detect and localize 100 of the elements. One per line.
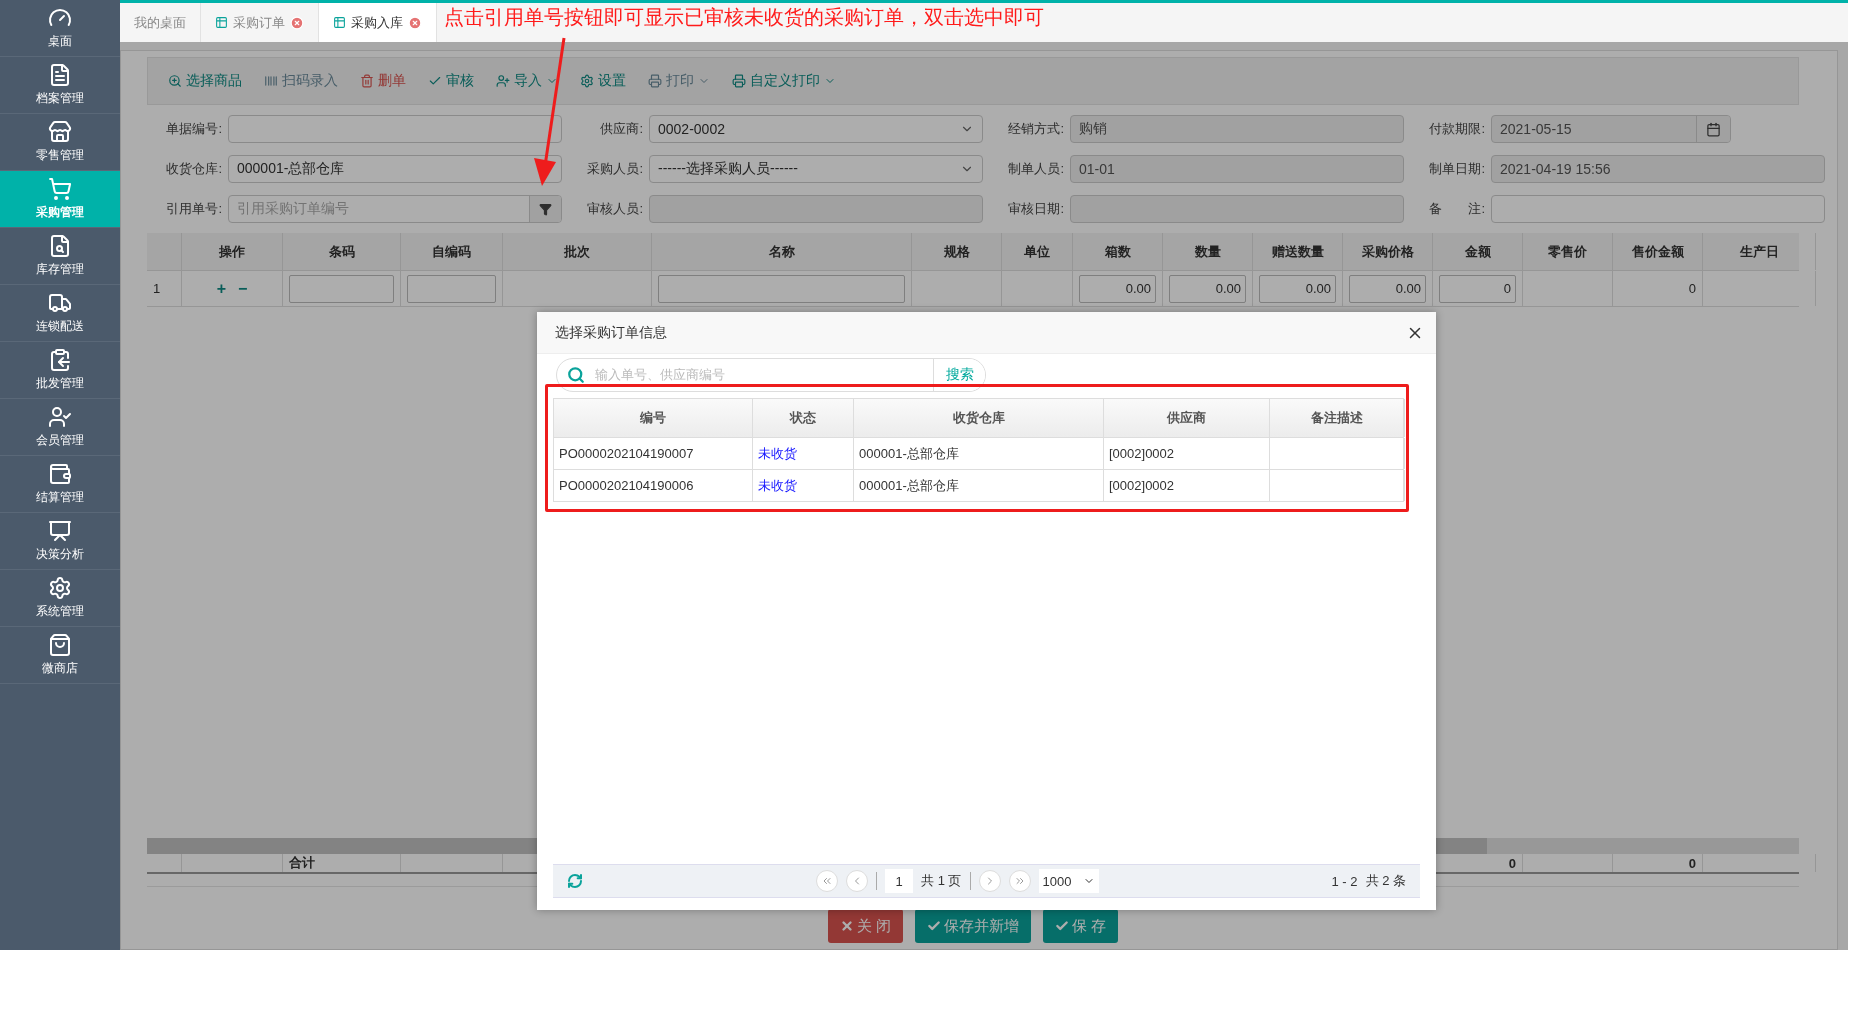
last-page-button[interactable]: [1008, 870, 1031, 892]
double-chevron-left-icon: [821, 875, 834, 887]
refresh-icon[interactable]: [567, 873, 583, 889]
field-value: ------选择采购人员------: [657, 160, 799, 178]
calendar-button[interactable]: [1696, 116, 1730, 142]
column-header: 箱数: [1104, 242, 1131, 261]
field-label: 经销方式:: [1007, 120, 1064, 138]
field-label: 采购人员:: [586, 160, 643, 178]
input-field[interactable]: 000001-总部仓库: [228, 155, 562, 183]
select-field[interactable]: ------选择采购人员------: [649, 155, 983, 183]
field-label: 收货仓库:: [165, 160, 222, 178]
input-field[interactable]: [289, 274, 394, 303]
filter-icon: [539, 202, 552, 216]
field-value: 2021-04-19 15:56: [1499, 161, 1612, 177]
column-header: 金额: [1464, 242, 1491, 261]
column-header: 操作: [219, 242, 245, 261]
table-icon: [333, 16, 346, 29]
input-field[interactable]: [228, 115, 562, 143]
summary-value: 0: [1688, 855, 1696, 871]
column-header: 编号: [640, 409, 666, 427]
first-page-button[interactable]: [816, 870, 839, 892]
column-header: 名称: [768, 242, 795, 261]
column-header: 生产日: [1739, 242, 1779, 261]
field-label: 单据编号:: [165, 120, 222, 138]
input-field[interactable]: 购销: [1070, 115, 1404, 143]
input-field[interactable]: 0.00: [1259, 274, 1336, 303]
table-cell: 0: [1688, 281, 1696, 296]
column-header: 规格: [943, 242, 970, 261]
user-check-icon: [48, 405, 72, 429]
printer-icon: [732, 74, 746, 88]
field-value: 01-01: [1078, 161, 1116, 177]
column-header: 单位: [1024, 242, 1050, 261]
column-header: 收货仓库: [952, 409, 1005, 427]
tab[interactable]: 采购入库: [319, 3, 437, 42]
dialog-title: 选择采购订单信息: [555, 323, 667, 342]
barcode-icon: [264, 74, 278, 88]
table-icon: [215, 16, 228, 29]
input-field[interactable]: [658, 274, 905, 303]
search-icon: [567, 366, 585, 384]
previous-page-button[interactable]: [846, 870, 869, 892]
select-field[interactable]: 0002-0002: [649, 115, 983, 143]
wallet-icon: [48, 462, 72, 486]
settings-icon: [580, 74, 594, 88]
column-header: 批次: [564, 242, 590, 261]
check-icon: [1055, 919, 1069, 933]
field-label: 审核人员:: [586, 200, 643, 218]
input-field[interactable]: 01-01: [1070, 155, 1404, 183]
field-value: 购销: [1078, 120, 1108, 138]
printer-icon: [648, 74, 662, 88]
input-field[interactable]: [1070, 195, 1404, 223]
close-icon: [839, 919, 854, 933]
field-label: 供应商:: [599, 120, 643, 138]
document-search-icon: [48, 234, 72, 258]
store-icon: [48, 120, 72, 144]
column-header: 状态: [790, 409, 816, 427]
column-header: 备注描述: [1311, 409, 1363, 427]
field-label: 备 注:: [1428, 200, 1485, 218]
page-input[interactable]: 1: [885, 869, 914, 893]
input-field[interactable]: [649, 195, 983, 223]
table-row[interactable]: PO0000202104190006 未收货 000001-总部仓库 [0002]0002: [553, 470, 1404, 502]
row-number: 1: [153, 281, 161, 296]
chart-easel-icon: [48, 519, 72, 543]
input-field[interactable]: 2021-05-15: [1491, 115, 1731, 143]
summary-value: 0: [1508, 855, 1516, 871]
document-icon: [48, 63, 72, 87]
field-label: 引用单号:: [165, 200, 222, 218]
input-field[interactable]: [1491, 195, 1825, 223]
check-icon: [428, 74, 442, 88]
calendar-icon: [1706, 121, 1721, 137]
check-icon: [927, 919, 941, 933]
next-page-button[interactable]: [978, 870, 1001, 892]
input-field[interactable]: [407, 274, 496, 303]
input-field[interactable]: 0.00: [1349, 274, 1426, 303]
field-value: 0002-0002: [657, 121, 726, 137]
field-value: 000001-总部仓库: [236, 160, 346, 178]
table-row[interactable]: PO0000202104190007 未收货 000001-总部仓库 [0002]0002: [553, 438, 1404, 470]
input-field[interactable]: 0.00: [1079, 274, 1156, 303]
input-field[interactable]: 2021-04-19 15:56: [1491, 155, 1825, 183]
double-chevron-right-icon: [1013, 875, 1026, 887]
filter-button[interactable]: [529, 196, 561, 222]
field-label: 审核日期:: [1007, 200, 1064, 218]
zoom-in-icon: [168, 74, 182, 88]
settings-icon: [48, 576, 72, 600]
column-header: 零售价: [1548, 242, 1587, 261]
column-header: 数量: [1194, 242, 1221, 261]
page-size-select[interactable]: 1000: [1038, 869, 1099, 893]
summary-label: 合计: [289, 854, 315, 872]
input-field[interactable]: 0: [1439, 274, 1516, 303]
input-field[interactable]: 0.00: [1169, 274, 1246, 303]
column-header: 供应商: [1167, 409, 1206, 427]
page-count: 共 1 页: [921, 872, 962, 890]
column-header: 赠送数量: [1271, 242, 1324, 261]
cart-icon: [48, 177, 72, 201]
clipboard-icon: [48, 348, 72, 372]
trash-icon: [360, 74, 374, 88]
truck-icon: [48, 291, 72, 315]
field-value: 2021-05-15: [1499, 121, 1573, 137]
bag-icon: [48, 633, 72, 657]
field-label: 制单日期:: [1428, 160, 1485, 178]
user-plus-icon: [496, 74, 510, 88]
